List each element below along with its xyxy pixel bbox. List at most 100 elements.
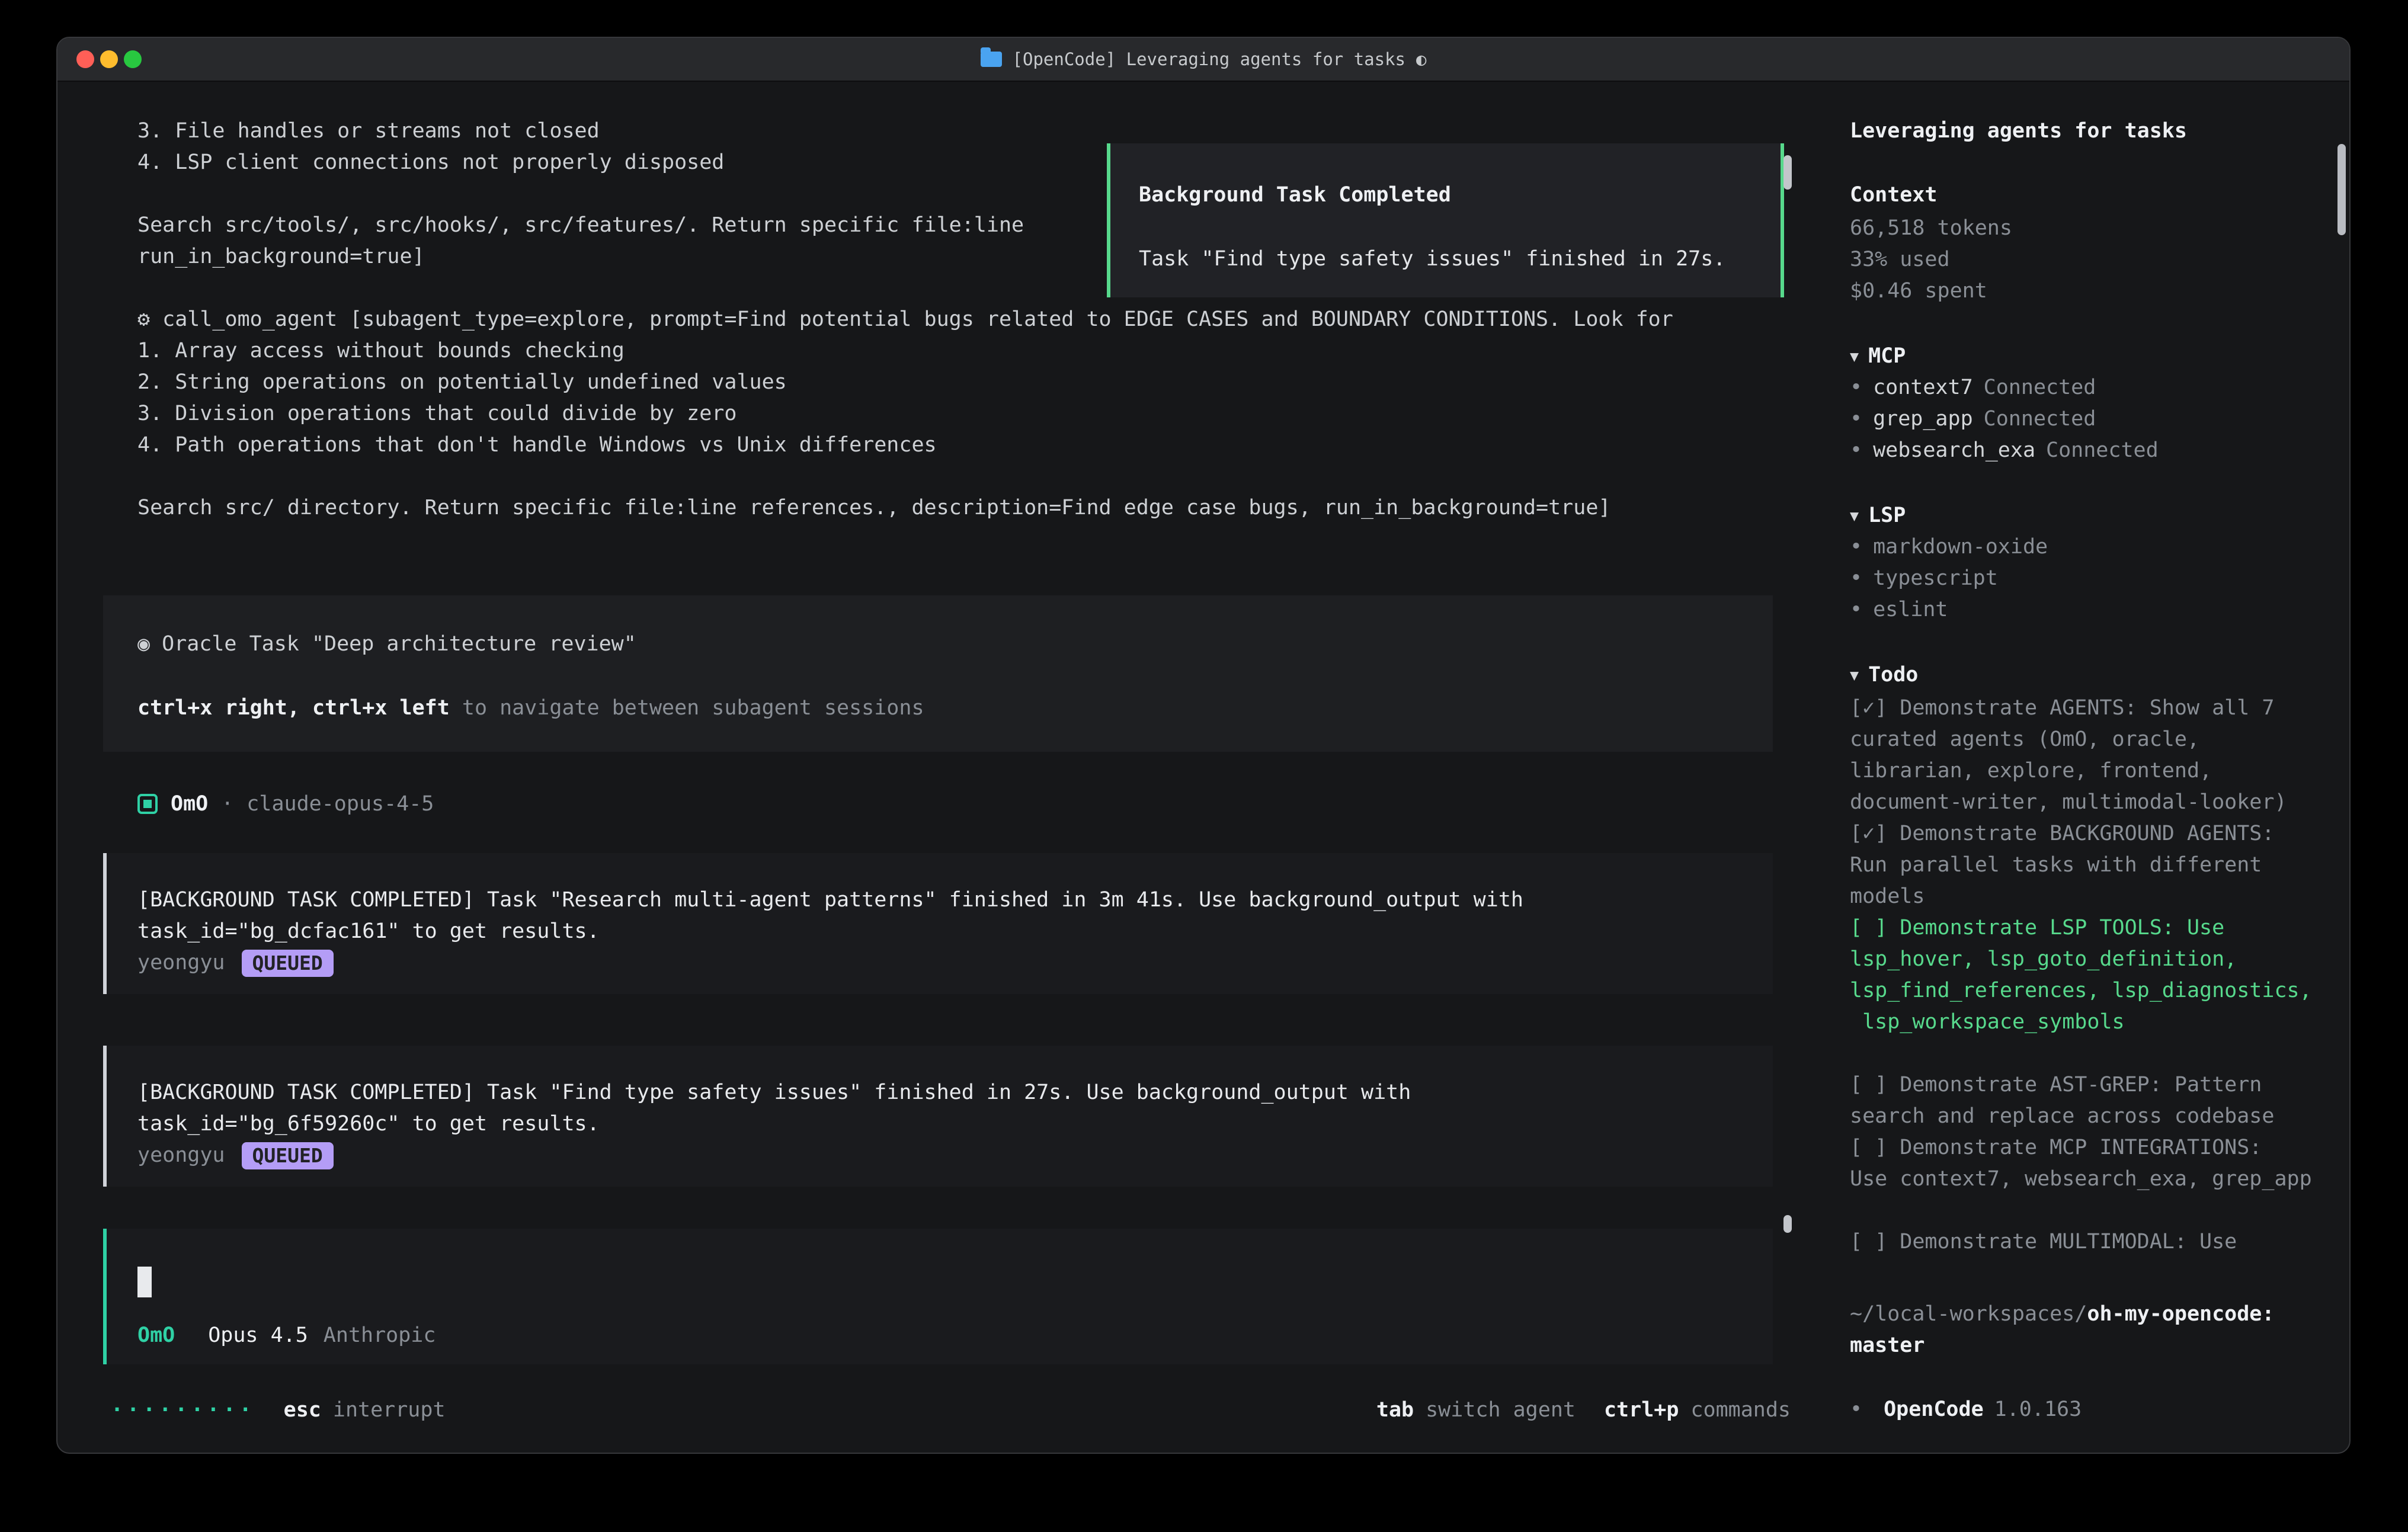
bullet-icon: • (1850, 594, 1862, 626)
workspace-branch: master (1850, 1330, 2331, 1361)
minimize-window-button[interactable] (100, 50, 118, 68)
esc-key-hint: esc (284, 1395, 321, 1426)
scrollbar-thumb[interactable] (1783, 155, 1792, 190)
status-badge: QUEUED (242, 1142, 334, 1169)
window-title: [OpenCode] Leveraging agents for tasks ◐ (981, 49, 1427, 69)
mcp-name: context7 (1873, 372, 1973, 403)
mcp-name: websearch_exa (1873, 435, 2035, 466)
status-left: ········· esc interrupt (111, 1395, 446, 1426)
bullet-icon: • (1850, 435, 1862, 466)
subagent-navigation-hint: ctrl+x right, ctrl+x left to navigate be… (137, 693, 924, 724)
context-stat-line: 33% used (1850, 244, 2012, 275)
lsp-item: • markdown-oxide (1850, 531, 2048, 563)
lsp-list: • markdown-oxide • typescript • eslint (1850, 531, 2048, 626)
chevron-down-icon: ▼ (1850, 500, 1859, 531)
message-meta: yeongyu QUEUED (137, 947, 1773, 979)
session-title: Leveraging agents for tasks (1850, 116, 2187, 147)
todo-section-heading[interactable]: ▼ Todo (1850, 659, 1918, 691)
status-bar: ········· esc interrupt tab switch agent… (111, 1395, 1791, 1426)
agent-model: claude-opus-4-5 (246, 792, 434, 816)
mcp-list: • context7 Connected • grep_app Connecte… (1850, 372, 2159, 466)
opencode-window: [OpenCode] Leveraging agents for tasks ◐… (56, 37, 2351, 1454)
input-provider-name: Anthropic (324, 1320, 436, 1351)
sidebar: Leveraging agents for tasks Context 66,5… (1826, 82, 2349, 1453)
session-spinner-icon: ◐ (1416, 49, 1426, 69)
zoom-window-button[interactable] (124, 50, 142, 68)
close-window-button[interactable] (76, 50, 94, 68)
message-text-line: task_id="bg_dcfac161" to get results. (137, 916, 1773, 947)
hint-keys: ctrl+x right, ctrl+x left (137, 696, 450, 720)
agent-header: OmO · claude-opus-4-5 (137, 788, 434, 819)
chevron-down-icon: ▼ (1850, 341, 1859, 372)
oracle-task-panel: ◉Oracle Task "Deep architecture review" … (103, 595, 1773, 752)
background-task-toast: Background Task Completed Task "Find typ… (1107, 143, 1784, 297)
todo-list: [✓] Demonstrate AGENTS: Show all 7 curat… (1850, 693, 2331, 1258)
context-heading: Context (1850, 180, 1938, 211)
chevron-down-icon: ▼ (1850, 659, 1859, 691)
oracle-task-title-row: ◉ Oracle Task "Deep architecture review" (137, 629, 636, 660)
bullet-icon: • (1850, 372, 1862, 403)
ctrlp-key-label: commands (1690, 1395, 1791, 1426)
lsp-name: eslint (1873, 594, 1948, 626)
mcp-item: • context7 Connected (1850, 372, 2159, 403)
window-content: 3. File handles or streams not closed 4.… (57, 82, 2349, 1453)
mcp-item: • websearch_exa Connected (1850, 435, 2159, 466)
bullet-icon: • (1850, 563, 1862, 594)
mcp-status: Connected (1984, 372, 2096, 403)
tab-key-label: switch agent (1426, 1395, 1576, 1426)
context-stats: 66,518 tokens 33% used $0.46 spent (1850, 213, 2012, 307)
separator-dot: · (221, 792, 233, 816)
todo-item: [ ] Demonstrate AST-GREP: Pattern search… (1850, 1069, 2331, 1132)
esc-key-label: interrupt (333, 1395, 446, 1426)
workspace-repo-name: oh-my-opencode: (2087, 1302, 2274, 1326)
mcp-name: grep_app (1873, 403, 1973, 435)
lsp-section-heading[interactable]: ▼ LSP (1850, 500, 1906, 531)
message-text-line: task_id="bg_6f59260c" to get results. (137, 1108, 1773, 1140)
workspace-path-line: ~/local-workspaces/oh-my-opencode: (1850, 1299, 2331, 1330)
tab-key-hint: tab (1376, 1395, 1414, 1426)
scrollbar-thumb[interactable] (2337, 144, 2346, 235)
status-right: tab switch agent ctrl+p commands (1376, 1395, 1791, 1426)
hint-text: to navigate between subagent sessions (450, 696, 924, 720)
todo-heading-label: Todo (1868, 659, 1918, 691)
text-cursor (137, 1267, 152, 1297)
window-controls (76, 38, 142, 81)
background-task-message: [BACKGROUND TASK COMPLETED] Task "Resear… (103, 853, 1773, 994)
lsp-item: • typescript (1850, 563, 2048, 594)
mcp-section-heading[interactable]: ▼ MCP (1850, 341, 1906, 372)
message-text-line: [BACKGROUND TASK COMPLETED] Task "Resear… (137, 884, 1773, 916)
app-version-number: 1.0.163 (1994, 1394, 2082, 1425)
mcp-status: Connected (1984, 403, 2096, 435)
lsp-heading-label: LSP (1868, 500, 1906, 531)
folder-icon (981, 52, 1002, 67)
app-name: OpenCode (1884, 1394, 1984, 1425)
todo-item: [✓] Demonstrate BACKGROUND AGENTS: Run p… (1850, 818, 2331, 912)
input-model-name: Opus 4.5 (208, 1320, 308, 1351)
context-stat-line: 66,518 tokens (1850, 213, 2012, 244)
input-footer: OmO Opus 4.5 Anthropic (137, 1320, 436, 1351)
bullet-icon: • (1850, 1394, 1862, 1425)
desktop: { "window": { "title": "[OpenCode] Lever… (0, 0, 2408, 1532)
message-meta: yeongyu QUEUED (137, 1140, 1773, 1171)
todo-item: [ ] Demonstrate MCP INTEGRATIONS: Use co… (1850, 1132, 2331, 1195)
workspace-path: ~/local-workspaces/oh-my-opencode: maste… (1850, 1299, 2331, 1361)
oracle-task-title: Oracle Task "Deep architecture review" (162, 632, 636, 656)
activity-dots-icon: ········· (111, 1395, 255, 1426)
lsp-name: markdown-oxide (1873, 531, 2048, 563)
scrollbar-thumb[interactable] (1783, 1215, 1792, 1233)
agent-checkbox-icon (137, 794, 158, 814)
window-title-text: [OpenCode] Leveraging agents for tasks (1013, 49, 1405, 69)
chat-main: 3. File handles or streams not closed 4.… (57, 82, 1826, 1453)
lsp-item: • eslint (1850, 594, 2048, 626)
record-icon: ◉ (137, 632, 150, 656)
bullet-icon: • (1850, 403, 1862, 435)
workspace-dir-prefix: ~/local-workspaces/ (1850, 1302, 2087, 1326)
prompt-input[interactable]: OmO Opus 4.5 Anthropic (103, 1229, 1773, 1364)
bullet-icon: • (1850, 531, 1862, 563)
ctrlp-key-hint: ctrl+p (1604, 1395, 1679, 1426)
message-author: yeongyu (137, 1140, 225, 1171)
status-badge: QUEUED (242, 950, 334, 977)
titlebar[interactable]: [OpenCode] Leveraging agents for tasks ◐ (57, 38, 2349, 82)
agent-name: OmO (171, 792, 208, 816)
todo-item: [ ] Demonstrate MULTIMODAL: Use (1850, 1226, 2331, 1258)
